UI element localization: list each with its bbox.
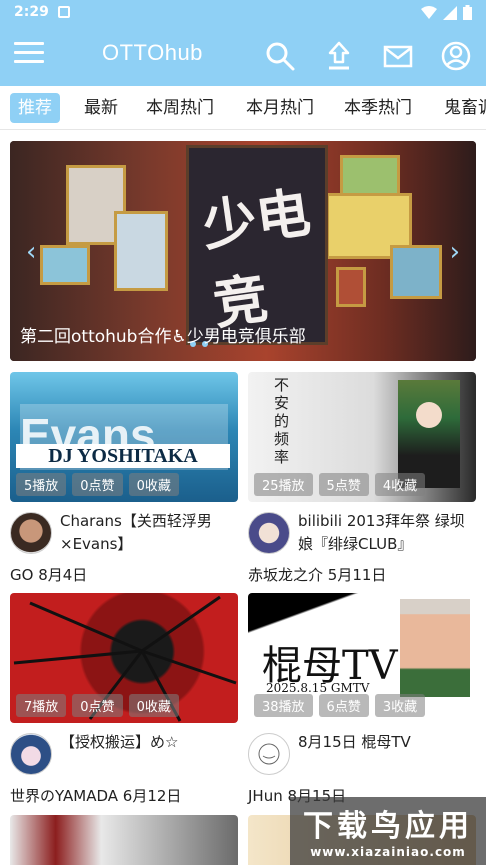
app-title: OTTOhub bbox=[102, 40, 203, 65]
poster-text: 少电竞 bbox=[198, 179, 315, 337]
mail-icon[interactable] bbox=[382, 40, 414, 72]
video-thumbnail[interactable]: 棍母TV 2025.8.15 GMTV 38播放 6点赞 3收藏 bbox=[248, 593, 476, 723]
video-meta: 世界のYAMADA 6月12日 bbox=[10, 785, 238, 806]
video-stats: 5播放 0点赞 0收藏 bbox=[16, 473, 179, 496]
status-time: 2:29 bbox=[14, 4, 49, 20]
video-title[interactable]: bilibili 2013拜年祭 绿坝娘『绯绿CLUB』 bbox=[298, 510, 476, 556]
play-count: 7播放 bbox=[16, 694, 67, 717]
favorite-count: 0收藏 bbox=[128, 473, 179, 496]
search-icon[interactable] bbox=[264, 40, 296, 72]
watermark-url: www.xiazainiao.com bbox=[310, 845, 466, 859]
video-date: 5月11日 bbox=[327, 566, 387, 584]
category-tabs: 推荐 最新 本周热门 本月热门 本季热门 鬼畜调 bbox=[0, 86, 486, 130]
banner-caption: 第二回ottohub合作♿少男电竞俱乐部 bbox=[20, 327, 306, 347]
banner-frame bbox=[114, 211, 168, 291]
video-stats: 38播放 6点赞 3收藏 bbox=[254, 694, 426, 717]
app-bar: OTTOhub bbox=[0, 26, 486, 86]
watermark: 下载鸟应用 www.xiazainiao.com bbox=[290, 797, 486, 865]
video-thumbnail[interactable] bbox=[10, 815, 238, 865]
thumbnail-subtext: DJ YOSHITAKA bbox=[16, 444, 230, 468]
avatar[interactable] bbox=[10, 512, 52, 554]
thumbnail-subtext: 2025.8.15 GMTV bbox=[266, 681, 370, 695]
video-card[interactable]: 不安的频率 25播放 5点赞 4收藏 bilibili 2013拜年祭 绿坝娘『… bbox=[248, 372, 476, 585]
like-count: 0点赞 bbox=[72, 694, 123, 717]
banner-prev-arrow[interactable]: ‹ bbox=[26, 237, 36, 267]
video-title[interactable]: Charans【关西轻浮男×Evans】 bbox=[60, 510, 238, 556]
banner-frame bbox=[390, 245, 442, 299]
video-date: 6月12日 bbox=[122, 787, 182, 805]
watermark-title: 下载鸟应用 bbox=[303, 809, 473, 844]
play-count: 38播放 bbox=[254, 694, 313, 717]
like-count: 6点赞 bbox=[318, 694, 369, 717]
banner-frame bbox=[40, 245, 90, 285]
like-count: 5点赞 bbox=[318, 473, 369, 496]
video-card[interactable]: Evans DJ YOSHITAKA 5播放 0点赞 0收藏 Charans【关… bbox=[10, 372, 238, 585]
play-count: 5播放 bbox=[16, 473, 67, 496]
video-title[interactable]: 8月15日 棍母TV bbox=[298, 731, 476, 754]
wifi-icon bbox=[421, 5, 437, 19]
avatar[interactable] bbox=[248, 733, 290, 775]
status-bar: 2:29 bbox=[0, 0, 486, 26]
banner-frame bbox=[336, 267, 366, 307]
video-title[interactable]: 【授权搬运】め☆ bbox=[60, 731, 238, 754]
video-stats: 7播放 0点赞 0收藏 bbox=[16, 694, 179, 717]
video-card[interactable]: 7播放 0点赞 0收藏 【授权搬运】め☆ 世界のYAMADA 6月12日 bbox=[10, 593, 238, 806]
author-name[interactable]: JHun bbox=[248, 787, 283, 805]
video-meta: 赤坂龙之介 5月11日 bbox=[248, 564, 476, 585]
like-count: 0点赞 bbox=[72, 473, 123, 496]
avatar[interactable] bbox=[10, 733, 52, 775]
favorite-count: 0收藏 bbox=[128, 694, 179, 717]
favorite-count: 3收藏 bbox=[374, 694, 426, 717]
video-card[interactable]: 棍母TV 2025.8.15 GMTV 38播放 6点赞 3收藏 8月15日 棍… bbox=[248, 593, 476, 806]
tab-latest[interactable]: 最新 bbox=[76, 93, 126, 123]
favorite-count: 4收藏 bbox=[374, 473, 426, 496]
upload-icon[interactable] bbox=[323, 40, 355, 72]
video-meta: GO 8月4日 bbox=[10, 564, 238, 585]
video-thumbnail[interactable]: Evans DJ YOSHITAKA 5播放 0点赞 0收藏 bbox=[10, 372, 238, 502]
thumbnail-text: 不安的频率 bbox=[274, 376, 290, 466]
notification-icon bbox=[58, 6, 70, 18]
author-name[interactable]: GO bbox=[10, 566, 33, 584]
menu-icon[interactable] bbox=[14, 42, 44, 66]
author-name[interactable]: 世界のYAMADA bbox=[10, 787, 118, 805]
signal-icon bbox=[443, 5, 457, 20]
video-date: 8月4日 bbox=[38, 566, 88, 584]
featured-banner[interactable]: 少电竞 ‹ › 第二回ottohub合作♿少男电竞俱乐部 bbox=[10, 141, 476, 361]
video-stats: 25播放 5点赞 4收藏 bbox=[254, 473, 426, 496]
tab-guichu[interactable]: 鬼畜调 bbox=[436, 93, 486, 123]
banner-next-arrow[interactable]: › bbox=[450, 237, 460, 267]
tab-recommend[interactable]: 推荐 bbox=[10, 93, 60, 123]
author-name[interactable]: 赤坂龙之介 bbox=[248, 566, 323, 584]
avatar-sketch-icon bbox=[258, 743, 280, 765]
video-thumbnail[interactable]: 7播放 0点赞 0收藏 bbox=[10, 593, 238, 723]
battery-icon bbox=[463, 5, 472, 20]
play-count: 25播放 bbox=[254, 473, 313, 496]
tab-monthly-hot[interactable]: 本月热门 bbox=[238, 93, 322, 123]
avatar[interactable] bbox=[248, 512, 290, 554]
tab-weekly-hot[interactable]: 本周热门 bbox=[138, 93, 222, 123]
tab-seasonal-hot[interactable]: 本季热门 bbox=[336, 93, 420, 123]
profile-icon[interactable] bbox=[440, 40, 472, 72]
banner-poster: 少电竞 bbox=[186, 145, 328, 345]
video-thumbnail[interactable]: 不安的频率 25播放 5点赞 4收藏 bbox=[248, 372, 476, 502]
